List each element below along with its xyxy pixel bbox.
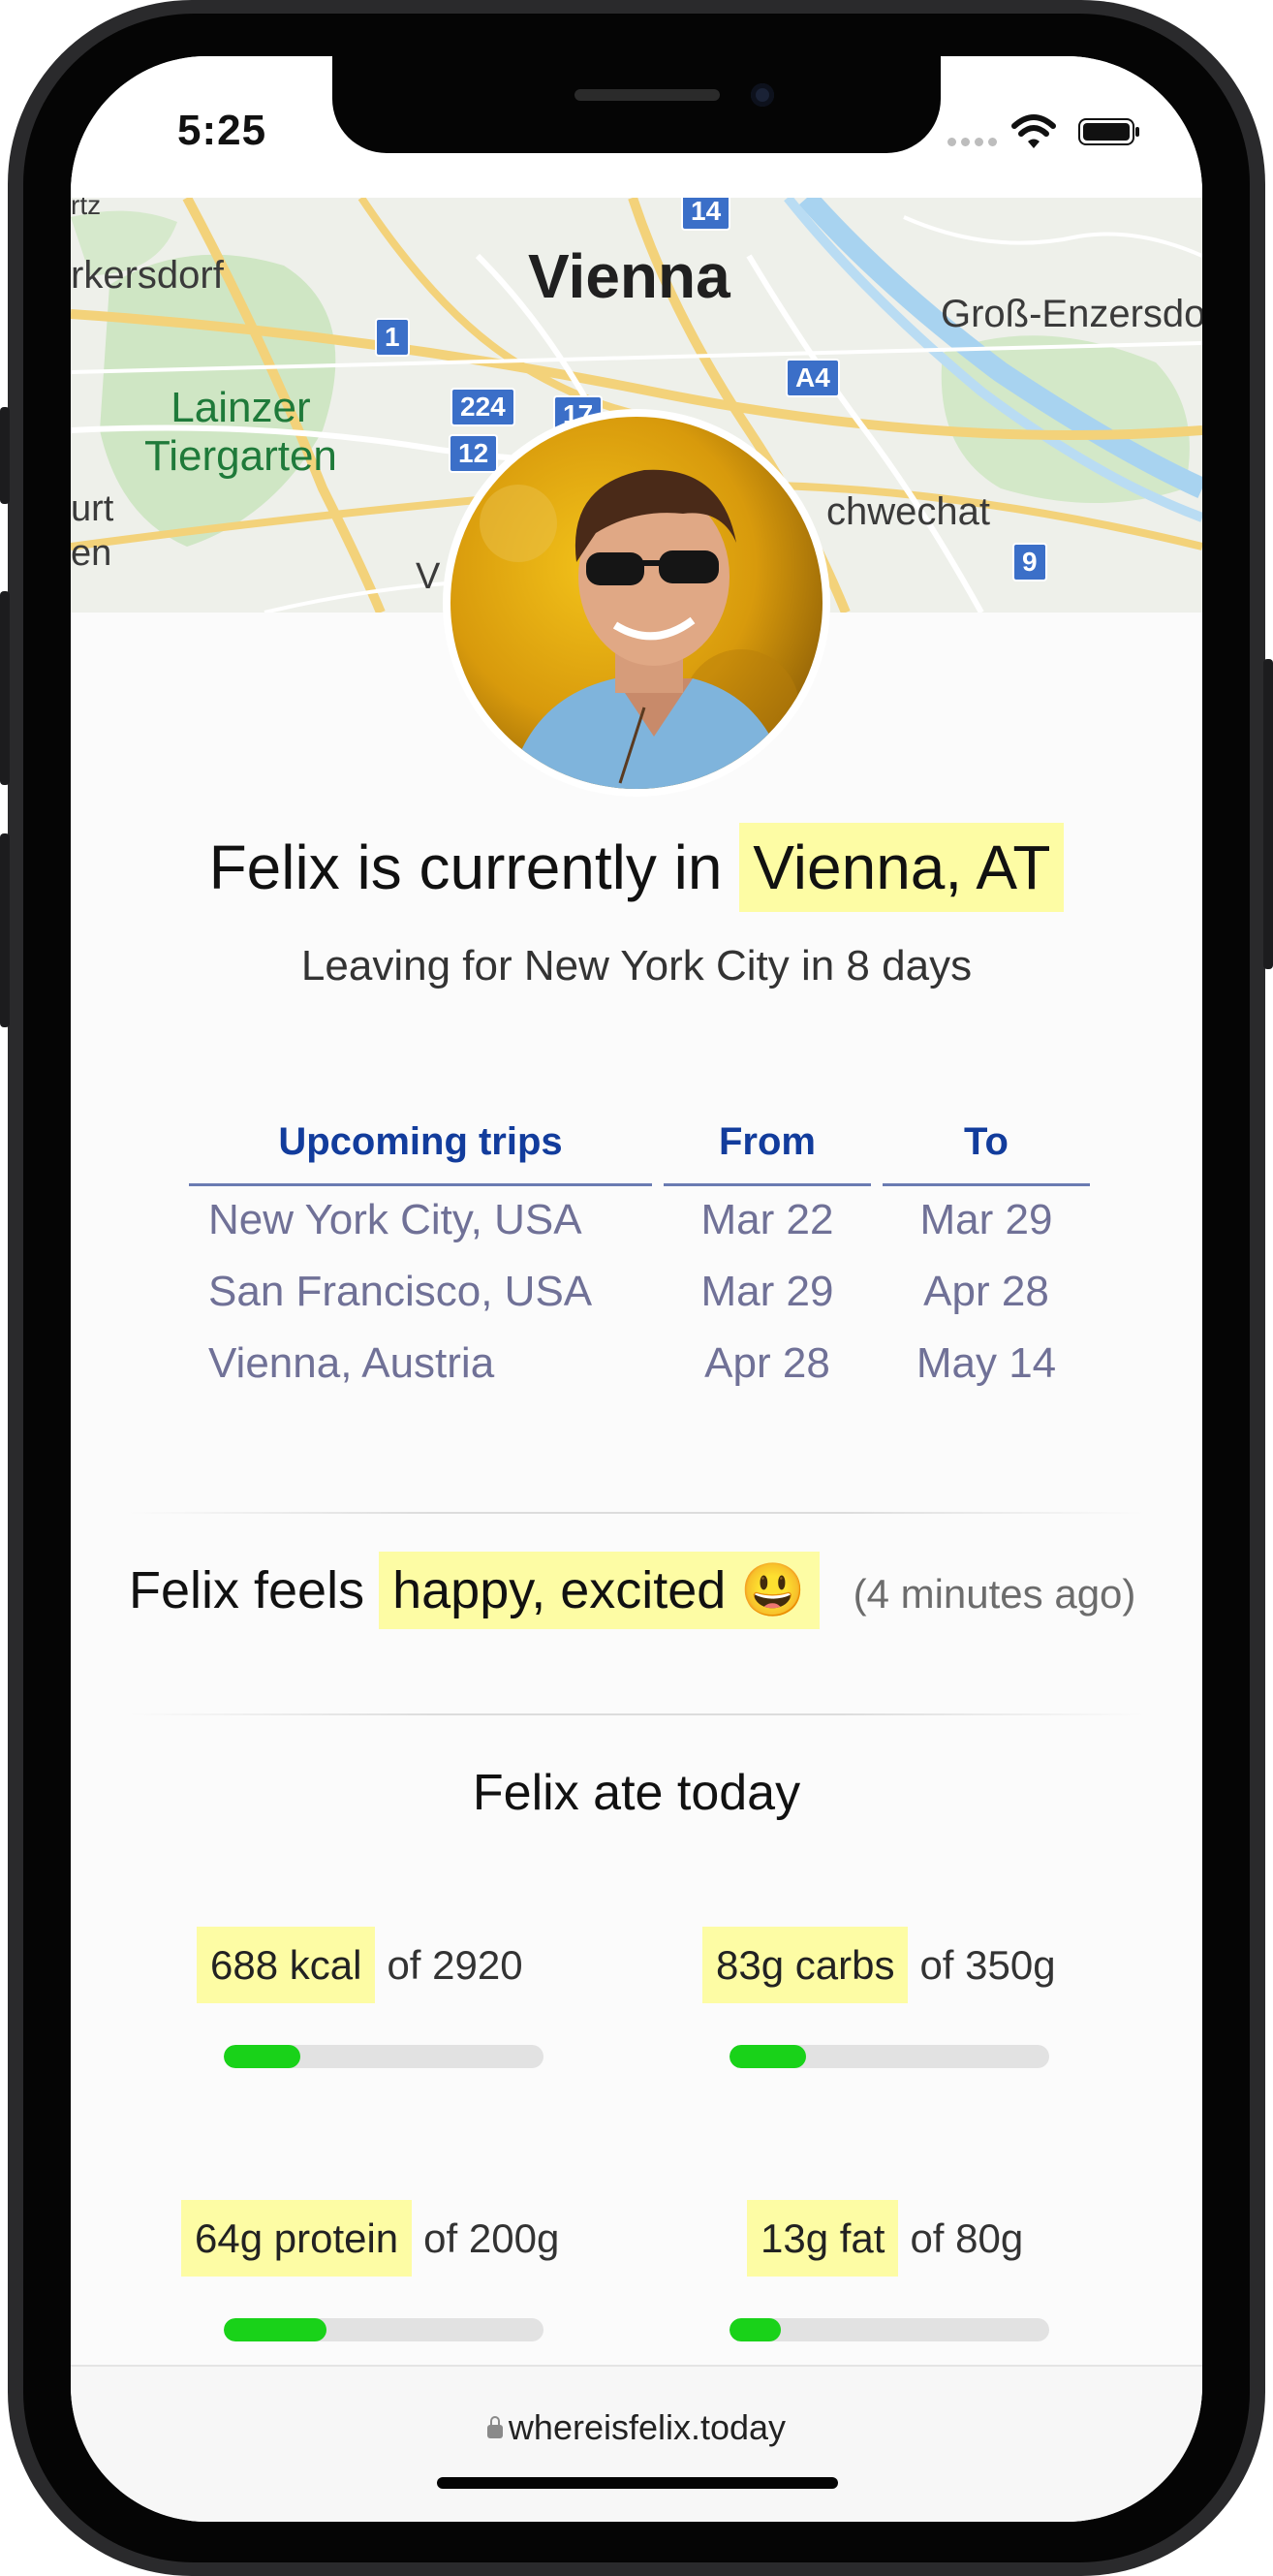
power-button <box>1263 659 1273 969</box>
carbs-goal: of 350g <box>919 1942 1056 1988</box>
map-city-label: Vienna <box>528 241 730 311</box>
address-field[interactable]: whereisfelix.today <box>71 2407 1202 2448</box>
trip-destination: New York City, USA <box>208 1196 582 1243</box>
fat-stat: 13g fat of 80g <box>747 2200 1024 2277</box>
browser-url-bar[interactable]: whereisfelix.today <box>71 2365 1202 2522</box>
trip-to: May 14 <box>916 1339 1057 1387</box>
protein-stat: 64g protein of 200g <box>181 2200 560 2277</box>
road-shield: 9 <box>1012 543 1047 581</box>
protein-progress-bar <box>224 2318 543 2341</box>
column-header-from: From <box>664 1120 871 1186</box>
road-shield: A4 <box>786 359 840 397</box>
notch <box>332 56 941 153</box>
front-camera <box>751 83 774 107</box>
lock-icon <box>486 2416 503 2438</box>
signal-icon <box>947 138 997 146</box>
map-label-town-east: Groß-Enzersdo <box>941 293 1202 335</box>
avatar <box>450 417 823 789</box>
fat-goal: of 80g <box>910 2215 1024 2261</box>
column-header-to: To <box>883 1120 1090 1186</box>
table-row: San Francisco, USA Mar 29 Apr 28 <box>189 1258 1090 1330</box>
carbs-stat: 83g carbs of 350g <box>702 1927 1056 2003</box>
protein-progress-fill <box>224 2318 326 2341</box>
protein-value: 64g protein <box>181 2200 413 2277</box>
mood-timestamp: (4 minutes ago) <box>853 1571 1136 1617</box>
carbs-progress-bar <box>730 2045 1049 2068</box>
url-text: whereisfelix.today <box>508 2407 787 2447</box>
volume-down-button <box>0 833 10 1027</box>
trip-to: Apr 28 <box>923 1268 1049 1315</box>
divider <box>129 1713 1144 1715</box>
speaker-grille <box>574 89 720 101</box>
fat-progress-bar <box>730 2318 1049 2341</box>
battery-icon <box>1078 118 1139 145</box>
table-row: New York City, USA Mar 22 Mar 29 <box>189 1186 1090 1258</box>
road-shield: 224 <box>450 388 515 426</box>
mood-status: Felix feels happy, excited 😃 (4 minutes … <box>129 1552 1195 1629</box>
trip-from: Mar 29 <box>700 1268 834 1315</box>
current-location-headline: Felix is currently in Vienna, AT <box>71 823 1202 912</box>
divider <box>129 1512 1144 1514</box>
trip-from: Apr 28 <box>704 1339 830 1387</box>
carbs-value: 83g carbs <box>702 1927 909 2003</box>
table-row: Vienna, Austria Apr 28 May 14 <box>189 1330 1090 1401</box>
map-label-town: rkersdorf <box>71 254 224 297</box>
mood-value: happy, excited 😃 <box>379 1552 820 1629</box>
calories-progress-fill <box>224 2045 301 2068</box>
trip-destination: Vienna, Austria <box>208 1339 495 1387</box>
home-indicator[interactable] <box>437 2477 838 2489</box>
road-shield: 1 <box>375 318 410 357</box>
trip-to: Mar 29 <box>919 1196 1053 1243</box>
volume-up-button <box>0 591 10 785</box>
mute-switch <box>0 407 10 504</box>
wifi-icon <box>1011 114 1056 148</box>
status-time: 5:25 <box>177 107 267 154</box>
carbs-progress-fill <box>730 2045 807 2068</box>
calories-goal: of 2920 <box>387 1942 523 1988</box>
calories-value: 688 kcal <box>197 1927 376 2003</box>
current-location: Vienna, AT <box>739 823 1065 912</box>
trip-from: Mar 22 <box>700 1196 834 1243</box>
screen: 5:25 rtz rkersdorf Vienna Groß-Enzersdo … <box>71 56 1202 2522</box>
road-shield: 14 <box>681 198 731 231</box>
calories-progress-bar <box>224 2045 543 2068</box>
map-label-airport: chwechat <box>826 490 990 533</box>
upcoming-trips-table: Upcoming trips From To New York City, US… <box>177 1120 1102 1401</box>
fat-value: 13g fat <box>747 2200 899 2277</box>
avatar-photo <box>450 417 823 789</box>
food-section-title: Felix ate today <box>472 1765 801 1821</box>
road-shield: 12 <box>449 434 499 473</box>
calories-stat: 688 kcal of 2920 <box>197 1927 523 2003</box>
next-departure: Leaving for New York City in 8 days <box>300 942 973 990</box>
trip-destination: San Francisco, USA <box>208 1268 593 1315</box>
column-header-trips: Upcoming trips <box>189 1120 652 1186</box>
protein-goal: of 200g <box>423 2215 560 2261</box>
fat-progress-fill <box>730 2318 781 2341</box>
map-park-label: Lainzer Tiergarten <box>144 384 337 480</box>
